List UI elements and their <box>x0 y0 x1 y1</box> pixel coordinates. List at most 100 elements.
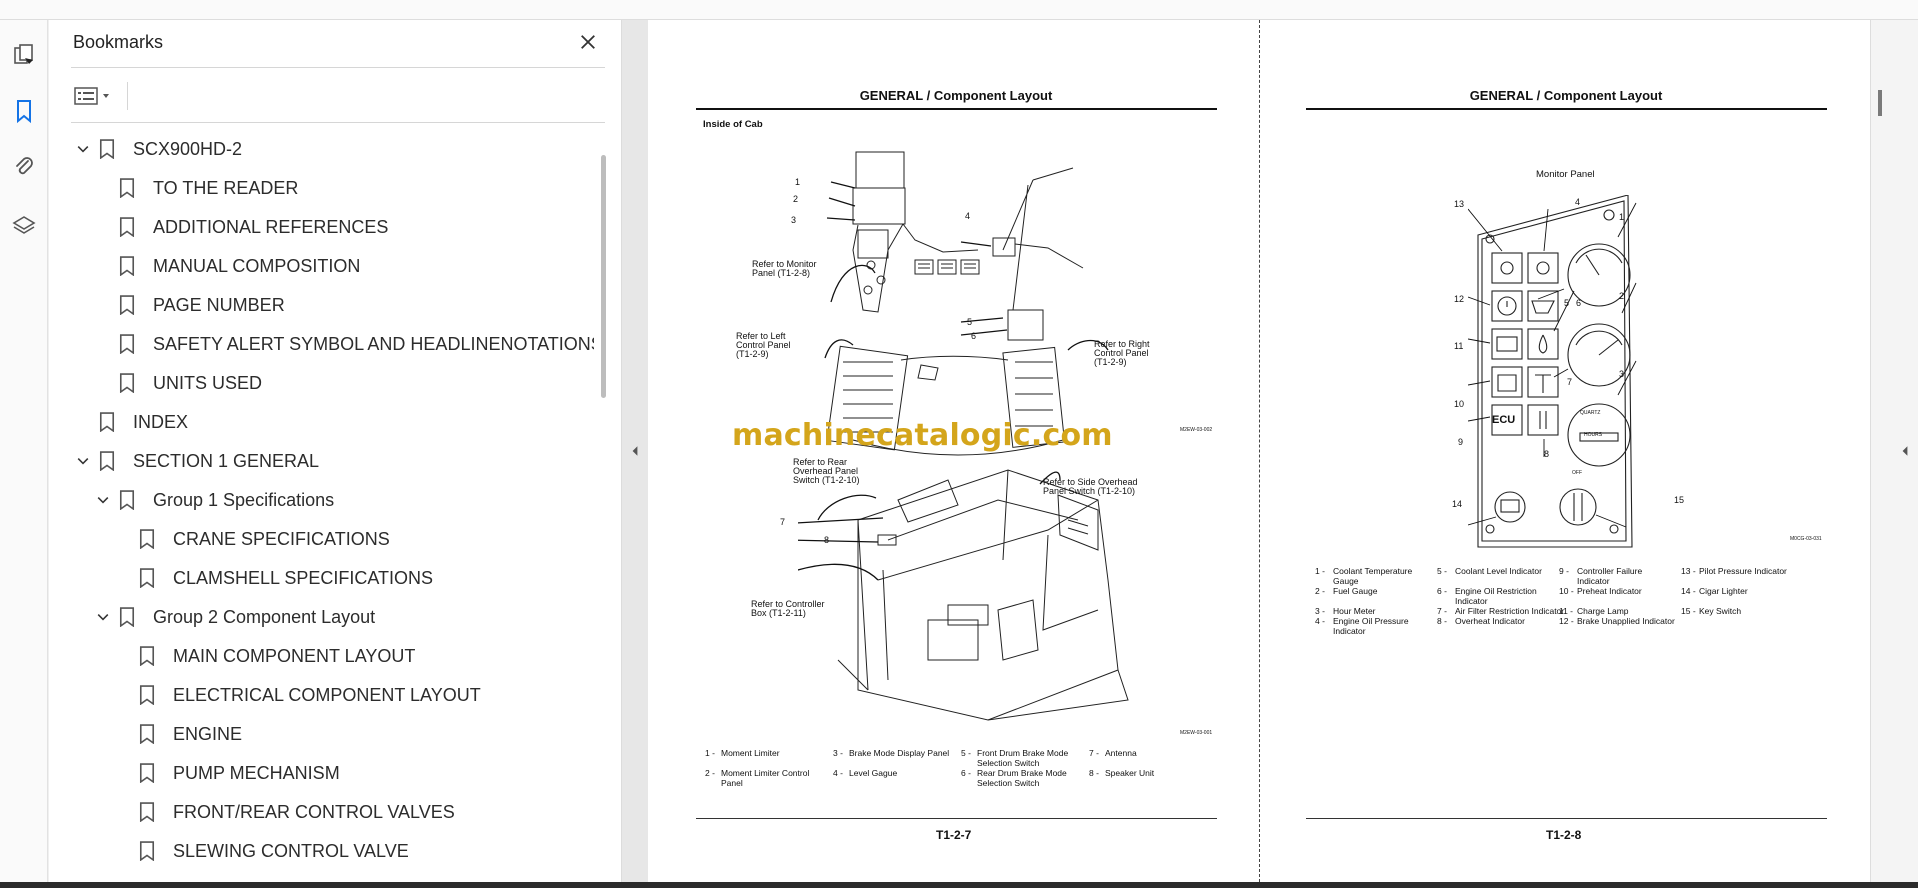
bookmark-icon <box>139 528 157 550</box>
taskbar-strip <box>0 882 1918 888</box>
bookmark-item[interactable]: MANUAL COMPOSITION <box>119 249 360 283</box>
legend-text: Key Switch <box>1699 606 1742 616</box>
callout-number: 3 <box>791 215 797 225</box>
bookmark-icon <box>99 138 117 160</box>
bookmark-icon <box>119 255 137 277</box>
callout-number: 12 <box>1454 294 1465 304</box>
chevron-left-icon <box>632 446 638 456</box>
bookmark-label: TO THE READER <box>153 177 299 198</box>
bookmark-item[interactable]: INDEX <box>99 405 188 439</box>
panel-divider <box>71 67 605 68</box>
legend-number: 7 - <box>1437 606 1447 616</box>
bookmark-item[interactable]: Group 2 Component Layout <box>93 600 375 634</box>
chevron-down-icon[interactable] <box>73 139 93 159</box>
bookmark-item[interactable]: CLAMSHELL SPECIFICATIONS <box>139 561 433 595</box>
bookmark-item[interactable]: Group 1 Specifications <box>93 483 334 517</box>
callout-number: 14 <box>1452 499 1463 509</box>
page-number: T1-2-8 <box>1546 828 1582 842</box>
layers-icon[interactable] <box>11 213 37 239</box>
bookmark-item[interactable]: PAGE NUMBER <box>119 288 285 322</box>
document-spread: GENERAL / Component Layout Inside of Cab <box>648 20 1870 882</box>
bookmark-item[interactable]: FRONT/REAR CONTROL VALVES <box>139 795 455 829</box>
left-tool-rail <box>0 20 48 882</box>
legend-text: Air Filter Restriction Indicator <box>1455 606 1565 616</box>
bookmark-icon <box>139 684 157 706</box>
legend-text: Antenna <box>1105 748 1137 758</box>
bookmark-label: Group 2 Component Layout <box>153 606 376 627</box>
bookmark-label: SCX900HD-2 <box>133 138 243 159</box>
watermark: machinecatalogic.com <box>732 418 1113 453</box>
bookmark-icon <box>139 645 157 667</box>
collapse-right-handle[interactable] <box>1892 20 1918 882</box>
bookmark-item[interactable]: ENGINE <box>139 717 242 751</box>
callout-number: 11 <box>1454 341 1464 351</box>
bookmark-item[interactable]: UNITS USED <box>119 366 262 400</box>
callout-number: 10 <box>1454 399 1465 409</box>
bookmark-label: SAFETY ALERT SYMBOL AND HEADLINENOTATION… <box>153 333 594 354</box>
figure-title: Monitor Panel <box>1536 169 1595 180</box>
legend-number: 9 - <box>1559 566 1569 576</box>
left-page-header: GENERAL / Component Layout <box>859 88 1053 103</box>
figure-code: M0CG-03-031 <box>1790 536 1822 542</box>
bookmark-item[interactable]: PUMP MECHANISM <box>139 756 340 790</box>
bookmark-label: SECTION 1 GENERAL <box>133 450 320 471</box>
bookmark-options-button[interactable] <box>73 82 117 110</box>
callout-number: 8 <box>824 535 830 545</box>
legend-text: Front Drum Brake Mode Selection Switch <box>977 748 1069 768</box>
figure-code: M2EW-03-002 <box>1180 427 1213 433</box>
footer-rule <box>1306 818 1827 819</box>
legend-text: Engine Oil Restriction Indicator <box>1455 586 1537 606</box>
bookmark-item[interactable]: SECTION 1 GENERAL <box>73 444 319 478</box>
callout-monitor-panel: Refer to Monitor Panel (T1-2-8) <box>752 259 817 278</box>
callout-number: 2 <box>1619 291 1625 301</box>
legend-text: Brake Unapplied Indicator <box>1577 616 1675 626</box>
figure-code: M2EW-03-001 <box>1180 730 1213 736</box>
legend-text: Coolant Temperature Gauge <box>1333 566 1413 586</box>
bookmark-label: MANUAL COMPOSITION <box>153 255 361 276</box>
collapse-panel-handle[interactable] <box>622 20 648 882</box>
cab-interior-illustration <box>824 151 1109 456</box>
legend-text: Rear Drum Brake Mode Selection Switch <box>977 768 1067 788</box>
chevron-down-icon[interactable] <box>93 490 113 510</box>
callout-number: 15 <box>1674 495 1685 505</box>
bookmark-item[interactable]: SCX900HD-2 <box>73 132 242 166</box>
bookmark-item[interactable]: ADDITIONAL REFERENCES <box>119 210 388 244</box>
bookmarks-panel: Bookmarks SCX900HD-2 TO THE READER ADDITIO… <box>49 20 622 882</box>
section-label: Inside of Cab <box>703 119 763 130</box>
legend-number: 8 - <box>1437 616 1447 626</box>
page-thumbnails-icon[interactable] <box>11 42 37 68</box>
bookmark-item[interactable]: TO THE READER <box>119 171 298 205</box>
bookmark-item[interactable]: CRANE SPECIFICATIONS <box>139 522 390 556</box>
legend-number: 4 - <box>1315 616 1325 626</box>
off-label: OFF <box>1572 470 1582 476</box>
bookmark-item[interactable]: SAFETY ALERT SYMBOL AND HEADLINENOTATION… <box>119 327 594 361</box>
chevron-down-icon[interactable] <box>73 451 93 471</box>
document-scrollbar[interactable] <box>1870 20 1892 882</box>
legend-number: 15 - <box>1681 606 1696 616</box>
header-rule <box>696 108 1217 110</box>
callout-number: 5 <box>967 317 973 327</box>
bookmark-label: Group 1 Specifications <box>153 489 335 510</box>
legend-number: 5 - <box>961 748 971 758</box>
bookmark-icon <box>119 177 137 199</box>
callout-number: 1 <box>1619 212 1625 222</box>
legend-number: 5 - <box>1437 566 1447 576</box>
callout-number: 1 <box>795 177 801 187</box>
bookmark-icon[interactable] <box>11 98 37 124</box>
document-viewer[interactable]: GENERAL / Component Layout Inside of Cab <box>648 20 1870 882</box>
bookmark-icon <box>119 606 137 628</box>
legend-number: 6 - <box>961 768 971 778</box>
panel-scrollbar-thumb[interactable] <box>601 155 606 398</box>
callout-number: 8 <box>1544 449 1550 459</box>
bookmark-item[interactable]: SLEWING CONTROL VALVE <box>139 834 409 868</box>
bookmark-label: ENGINE <box>173 723 243 744</box>
bookmark-icon <box>119 372 137 394</box>
attachment-icon[interactable] <box>11 153 37 179</box>
legend-number: 2 - <box>1315 586 1325 596</box>
document-scrollbar-thumb[interactable] <box>1878 90 1882 116</box>
bookmark-item[interactable]: ELECTRICAL COMPONENT LAYOUT <box>139 678 481 712</box>
legend-text: Moment Limiter Control Panel <box>721 768 810 788</box>
bookmark-item[interactable]: MAIN COMPONENT LAYOUT <box>139 639 415 673</box>
chevron-down-icon[interactable] <box>93 607 113 627</box>
close-panel-button[interactable] <box>574 28 602 56</box>
